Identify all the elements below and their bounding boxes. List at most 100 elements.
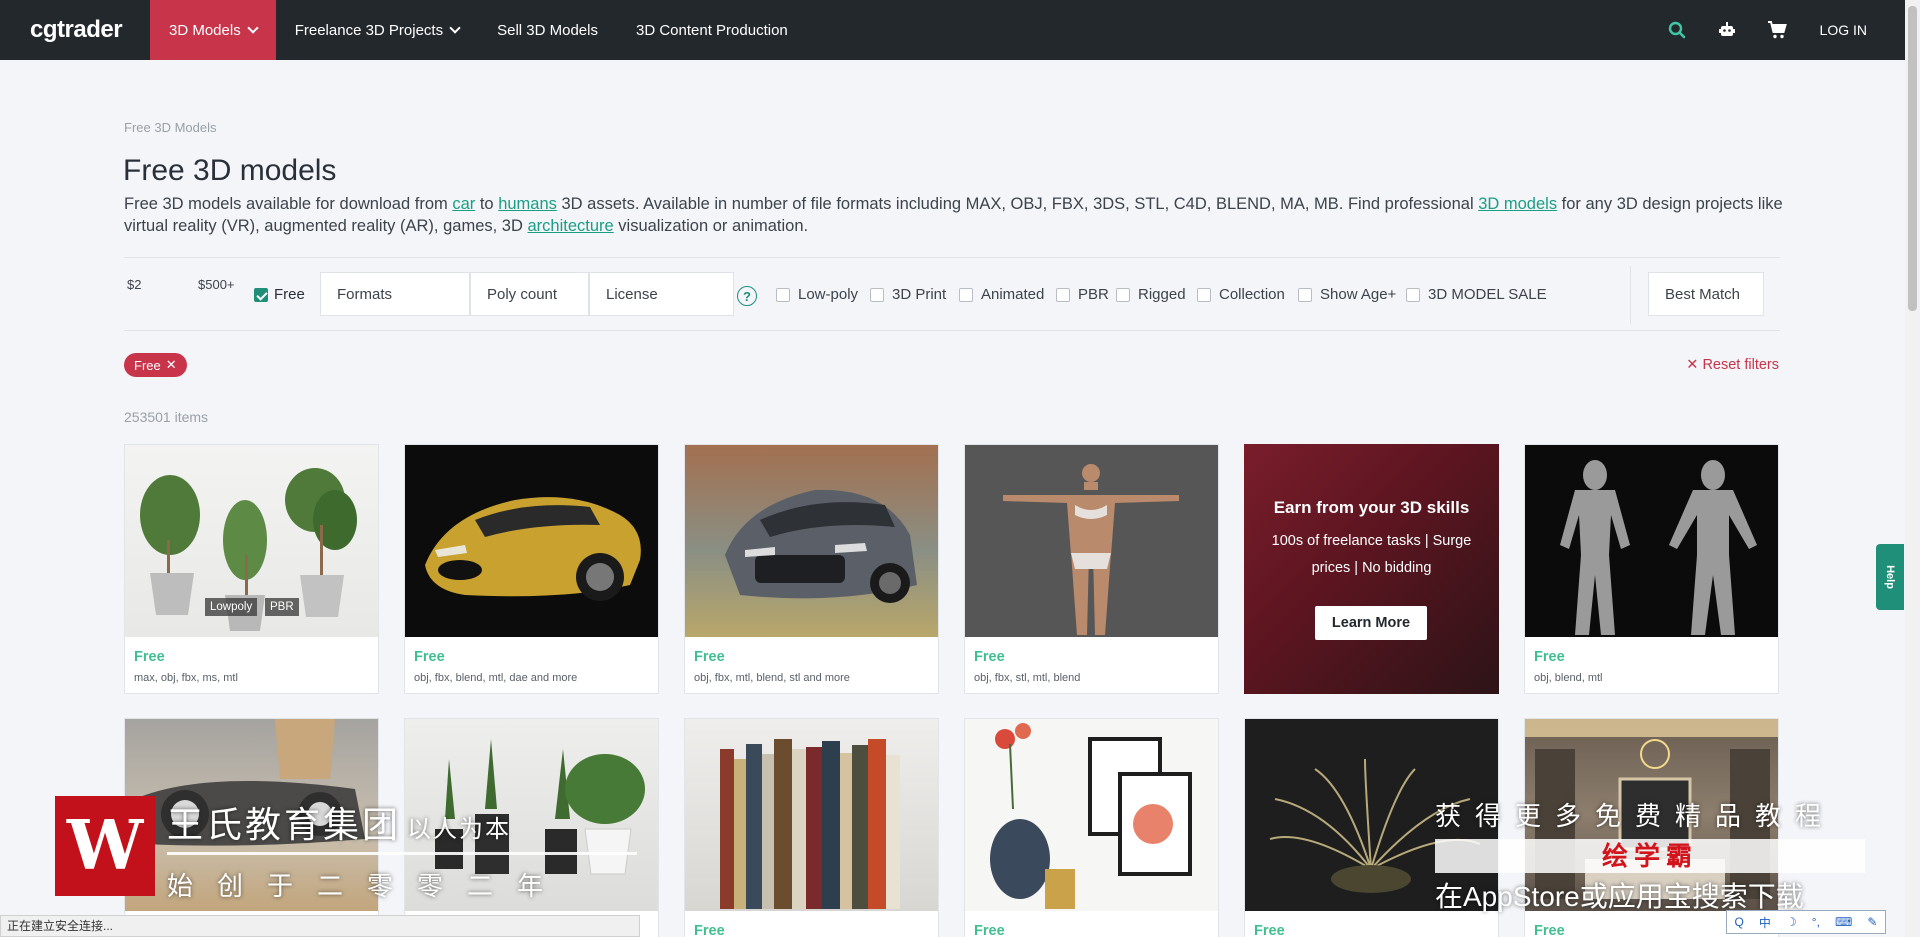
filter-rigged[interactable]: Rigged	[1116, 286, 1186, 303]
promo-subtitle: 100s of freelance tasks | Surge prices |…	[1271, 533, 1472, 576]
help-tab[interactable]: Help	[1876, 544, 1904, 610]
checkbox-checked-icon[interactable]	[254, 287, 268, 302]
model-thumbnail[interactable]	[685, 719, 938, 911]
promo-title: Earn from your 3D skills	[1273, 498, 1470, 517]
reset-filters-label: Reset filters	[1702, 357, 1779, 373]
model-card[interactable]: Free obj, fbx, mtl, blend, stl and more	[684, 444, 939, 694]
license-select[interactable]: License	[589, 272, 734, 316]
nav-sell-label: Sell 3D Models	[497, 21, 598, 39]
model-card[interactable]: Free obj, fbx, stl, mtl, blend	[964, 444, 1219, 694]
checkbox-icon[interactable]	[1056, 287, 1070, 302]
watermark-logo: W	[55, 796, 155, 896]
checkbox-icon[interactable]	[1116, 287, 1130, 302]
learn-more-button[interactable]: Learn More	[1315, 606, 1427, 640]
model-card[interactable]: Free	[684, 718, 939, 937]
checkbox-icon[interactable]	[959, 287, 973, 302]
cgtrader-logo[interactable]: cgtrader	[30, 16, 150, 44]
reset-filters-link[interactable]: ✕ Reset filters	[1686, 357, 1779, 373]
page-scrollbar[interactable]	[1905, 0, 1920, 937]
filter-show-age[interactable]: Show Age+	[1298, 286, 1396, 303]
login-link[interactable]: LOG IN	[1802, 22, 1905, 38]
filter-low-poly-label: Low-poly	[798, 286, 859, 303]
divider	[124, 330, 1780, 331]
checkbox-icon[interactable]	[1406, 287, 1420, 302]
filter-3d-print-label: 3D Print	[892, 286, 947, 303]
price-min-label: $2	[127, 277, 142, 292]
punctuation-icon[interactable]: °,	[1812, 915, 1820, 929]
nav-freelance-label: Freelance 3D Projects	[294, 21, 444, 39]
nav-freelance-projects[interactable]: Freelance 3D Projects	[276, 0, 478, 60]
filter-animated[interactable]: Animated	[959, 286, 1044, 303]
desc-text-1: Free 3D models available for download fr…	[124, 195, 453, 213]
ime-lang-toggle[interactable]: 中	[1759, 914, 1771, 931]
model-thumbnail[interactable]	[405, 445, 658, 637]
watermark-company-name: 王氏教育集团	[167, 804, 402, 845]
nav-3d-models[interactable]: 3D Models	[150, 0, 276, 60]
desc-text-2: to	[475, 195, 499, 213]
breadcrumb[interactable]: Free 3D Models	[124, 120, 216, 135]
model-card[interactable]: Free	[964, 718, 1219, 937]
filter-animated-label: Animated	[981, 286, 1045, 303]
top-nav: cgtrader 3D Models Freelance 3D Projects…	[0, 0, 1905, 60]
filter-low-poly[interactable]: Low-poly	[776, 286, 858, 303]
model-card[interactable]: Free obj, fbx, blend, mtl, dae and more	[404, 444, 659, 694]
checkbox-icon[interactable]	[870, 287, 884, 302]
model-thumbnail[interactable]	[965, 445, 1218, 637]
model-card[interactable]: Lowpoly PBR Free max, obj, fbx, ms, mtl	[124, 444, 379, 694]
wrench-icon[interactable]: ✎	[1867, 915, 1877, 929]
ime-toolbar[interactable]: Q 中 ☽ °, ⌨ ✎	[1726, 910, 1886, 934]
watermark-slogan: 以人为本	[407, 816, 512, 843]
nav-sell-models[interactable]: Sell 3D Models	[478, 0, 617, 60]
card-price: Free	[974, 649, 1005, 665]
lowpoly-badge: Lowpoly	[205, 598, 258, 616]
keyboard-icon[interactable]: ⌨	[1835, 915, 1852, 929]
filter-collection-label: Collection	[1219, 286, 1285, 303]
browser-status-bar: 正在建立安全连接...	[0, 915, 640, 937]
checkbox-icon[interactable]	[1197, 287, 1211, 302]
3d-models-link[interactable]: 3D models	[1478, 195, 1557, 213]
card-price: Free	[974, 923, 1005, 937]
free-checkbox[interactable]: Free	[254, 286, 305, 303]
help-circle-icon[interactable]: ?	[737, 286, 757, 306]
card-price: Free	[1534, 923, 1565, 937]
card-formats: obj, fbx, stl, mtl, blend	[974, 672, 1081, 684]
card-price: Free	[414, 649, 445, 665]
model-thumbnail[interactable]: Lowpoly PBR	[125, 445, 378, 637]
model-thumbnail[interactable]	[685, 445, 938, 637]
cart-icon[interactable]	[1752, 0, 1802, 60]
sort-select[interactable]: Best Match	[1648, 272, 1764, 316]
help-tab-label: Help	[1884, 565, 1896, 589]
model-card[interactable]: Free obj, blend, mtl	[1524, 444, 1779, 694]
model-thumbnail[interactable]	[1525, 445, 1778, 637]
card-price: Free	[1534, 649, 1565, 665]
freelance-promo-card[interactable]: Earn from your 3D skills 100s of freelan…	[1244, 444, 1499, 694]
filter-show-age-label: Show Age+	[1320, 286, 1397, 303]
active-filter-tag-free[interactable]: Free ✕	[124, 353, 187, 377]
filter-rigged-label: Rigged	[1138, 286, 1186, 303]
model-thumbnail[interactable]	[965, 719, 1218, 911]
filter-3d-print[interactable]: 3D Print	[870, 286, 946, 303]
ime-logo-icon[interactable]: Q	[1735, 915, 1744, 929]
humans-link[interactable]: humans	[498, 195, 557, 213]
scrollbar-thumb[interactable]	[1908, 6, 1917, 311]
car-link[interactable]: car	[452, 195, 475, 213]
filter-collection[interactable]: Collection	[1197, 286, 1285, 303]
moon-icon[interactable]: ☽	[1786, 915, 1797, 929]
checkbox-icon[interactable]	[1298, 287, 1312, 302]
watermark-right: 获得更多免费精品教程 绘学霸 在AppStore或应用宝搜索下载	[1435, 796, 1865, 915]
checkbox-icon[interactable]	[776, 287, 790, 302]
filter-3d-model-sale[interactable]: 3D MODEL SALE	[1406, 286, 1547, 303]
close-icon[interactable]: ✕	[166, 357, 177, 373]
poly-count-select[interactable]: Poly count	[470, 272, 589, 316]
watermark-right-brand: 绘学霸	[1435, 839, 1865, 873]
active-filter-tag-label: Free	[134, 357, 161, 373]
formats-select[interactable]: Formats	[320, 272, 470, 316]
robot-icon[interactable]	[1702, 0, 1752, 60]
filter-pbr-label: PBR	[1078, 286, 1109, 303]
filter-pbr[interactable]: PBR	[1056, 286, 1109, 303]
architecture-link[interactable]: architecture	[527, 217, 613, 235]
card-price: Free	[1254, 923, 1285, 937]
nav-right: LOG IN	[1652, 0, 1905, 60]
nav-content-production[interactable]: 3D Content Production	[617, 0, 807, 60]
search-icon[interactable]	[1652, 0, 1702, 60]
